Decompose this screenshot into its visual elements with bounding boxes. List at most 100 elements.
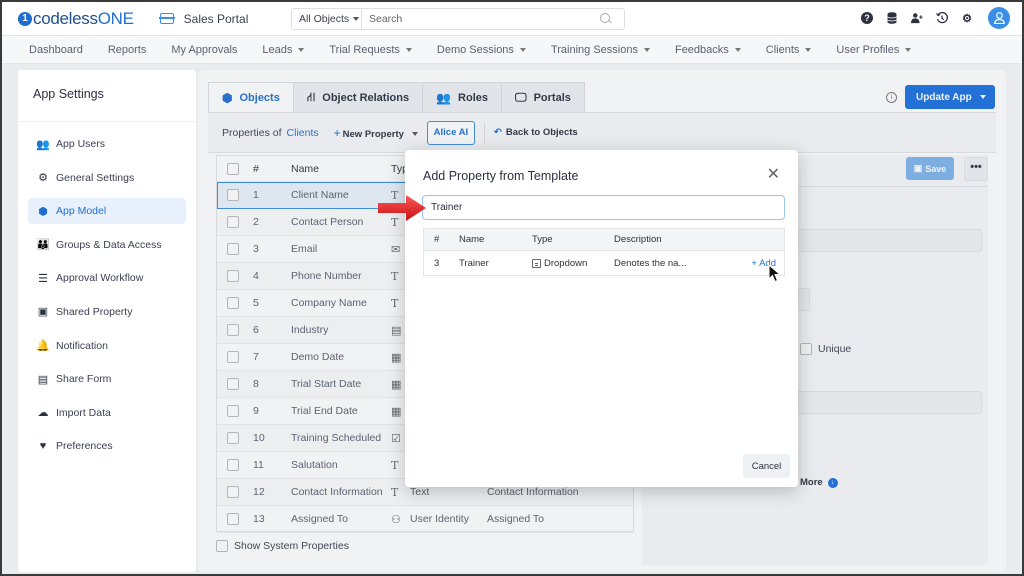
- sidebar-item-share-form[interactable]: ▤ Share Form: [28, 366, 186, 392]
- sidebar-item-label: App Users: [56, 138, 106, 150]
- select-all-checkbox[interactable]: [227, 162, 239, 175]
- cancel-button[interactable]: Cancel: [743, 454, 790, 478]
- show-system-properties[interactable]: Show System Properties: [216, 540, 349, 552]
- properties-of-label: Properties of: [222, 126, 282, 139]
- database-icon[interactable]: [886, 12, 898, 24]
- properties-toolbar: Properties of Clients + New Property Alic…: [208, 113, 996, 153]
- template-search-input[interactable]: [422, 195, 785, 220]
- save-button[interactable]: ▣ Save: [906, 157, 954, 180]
- alice-ai-button[interactable]: Alice AI: [426, 120, 475, 145]
- row-checkbox[interactable]: [227, 189, 239, 201]
- tab-objects[interactable]: ⬢ Objects: [208, 82, 294, 113]
- search-input[interactable]: [362, 9, 600, 29]
- form-icon: ▤: [37, 373, 49, 386]
- caret-down-icon[interactable]: [980, 95, 986, 99]
- close-icon[interactable]: ✕: [767, 167, 780, 183]
- back-to-objects-link[interactable]: ↶ Back to Objects: [494, 127, 578, 138]
- more-options-button[interactable]: •••: [964, 157, 988, 181]
- row-checkbox[interactable]: [227, 270, 239, 282]
- row-checkbox[interactable]: [227, 216, 239, 228]
- row-checkbox[interactable]: [227, 324, 239, 336]
- nav-dashboard[interactable]: Dashboard: [29, 44, 83, 56]
- nav-clients[interactable]: Clients: [766, 44, 812, 56]
- property-name: Email: [291, 243, 318, 255]
- mouse-cursor-icon: [768, 264, 782, 283]
- portal-switcher[interactable]: Sales Portal: [158, 12, 248, 26]
- row-checkbox[interactable]: [227, 459, 239, 471]
- sidebar-item-import-data[interactable]: ☁ Import Data: [28, 400, 186, 426]
- nav-leads[interactable]: Leads: [262, 44, 305, 56]
- tab-object-relations[interactable]: ⛙ Object Relations: [293, 82, 424, 113]
- property-label: Assigned To: [487, 513, 545, 525]
- shared-property-icon: ▣: [37, 306, 49, 319]
- sidebar-item-app-model[interactable]: ⬢ App Model: [28, 198, 186, 225]
- show-system-checkbox[interactable]: [216, 540, 228, 552]
- property-name: Client Name: [291, 189, 349, 201]
- property-name: Assigned To: [291, 513, 349, 525]
- row-checkbox[interactable]: [227, 432, 239, 444]
- briefcase-icon: [158, 13, 175, 24]
- property-name: Phone Number: [291, 270, 362, 282]
- divider: [483, 122, 485, 143]
- sidebar-item-groups-data-access[interactable]: 👪 Groups & Data Access: [28, 232, 186, 258]
- gear-icon[interactable]: ⚙: [961, 12, 973, 25]
- caret-down-icon: [643, 47, 650, 52]
- nav-user-profiles[interactable]: User Profiles: [836, 44, 912, 56]
- property-name: Trial End Date: [291, 405, 358, 417]
- nav-trial-requests[interactable]: Trial Requests: [329, 44, 412, 56]
- row-number: 5: [253, 297, 259, 309]
- row-number: 8: [253, 378, 259, 390]
- caret-down-icon: [734, 47, 741, 52]
- nav-demo-sessions[interactable]: Demo Sessions: [437, 44, 526, 56]
- sidebar-item-app-users[interactable]: 👥 App Users: [28, 131, 186, 157]
- logo-text-accent: ONE: [97, 8, 134, 28]
- row-checkbox[interactable]: [227, 378, 239, 390]
- nav-training-sessions[interactable]: Training Sessions: [551, 44, 650, 56]
- nav-feedbacks[interactable]: Feedbacks: [675, 44, 741, 56]
- row-checkbox[interactable]: [227, 405, 239, 417]
- row-checkbox[interactable]: [227, 297, 239, 309]
- update-app-button[interactable]: Update App: [905, 85, 995, 109]
- sidebar-item-label: Notification: [56, 339, 108, 352]
- row-checkbox[interactable]: [227, 243, 239, 255]
- object-name-link[interactable]: Clients: [287, 127, 319, 139]
- info-icon[interactable]: i: [886, 92, 897, 103]
- gear-icon: ⚙: [38, 172, 48, 185]
- sidebar-item-label: Share Form: [56, 373, 112, 386]
- search-icon[interactable]: [600, 13, 616, 25]
- logo[interactable]: 1 codelessONE: [18, 9, 134, 29]
- nav-reports[interactable]: Reports: [108, 44, 147, 56]
- unique-option[interactable]: Unique: [800, 343, 851, 355]
- row-checkbox[interactable]: [227, 513, 239, 525]
- row-checkbox[interactable]: [227, 486, 239, 498]
- caret-down-icon: [519, 47, 526, 52]
- property-name: Industry: [291, 324, 329, 336]
- row-checkbox[interactable]: [227, 351, 239, 363]
- sidebar-item-preferences[interactable]: ♥ Preferences: [28, 433, 186, 459]
- sidebar-item-shared-property[interactable]: ▣ Shared Property: [28, 299, 186, 325]
- sidebar-item-label: Preferences: [56, 440, 113, 453]
- row-number: 7: [253, 351, 259, 363]
- search-scope-select[interactable]: All Objects: [292, 9, 362, 29]
- sidebar-item-general-settings[interactable]: ⚙ General Settings: [28, 165, 186, 191]
- help-icon[interactable]: ?: [861, 12, 873, 24]
- tab-roles[interactable]: 👥 Roles: [423, 82, 502, 113]
- new-property-button[interactable]: + New Property: [334, 126, 418, 140]
- tab-portals[interactable]: 🖵 Portals: [502, 82, 585, 113]
- add-user-icon[interactable]: [911, 12, 923, 24]
- sidebar-item-approval-workflow[interactable]: ☰ Approval Workflow: [28, 265, 186, 291]
- caret-down-icon: [405, 47, 412, 52]
- property-name: Contact Information: [291, 486, 383, 498]
- unique-checkbox[interactable]: [800, 343, 812, 355]
- history-icon[interactable]: [936, 12, 948, 24]
- table-row[interactable]: 13 Assigned To ⚇ User Identity Assigned To: [217, 506, 633, 533]
- sidebar-item-label: General Settings: [56, 171, 135, 184]
- property-type: Text: [410, 486, 430, 498]
- row-number: 12: [253, 486, 265, 498]
- sidebar-item-notification[interactable]: 🔔 Notification: [28, 333, 186, 359]
- user-avatar[interactable]: [988, 7, 1010, 29]
- nav-my-approvals[interactable]: My Approvals: [171, 44, 237, 56]
- property-label: Contact Information: [487, 486, 579, 498]
- caret-down-icon: [805, 47, 812, 52]
- top-header: 1 codelessONE Sales Portal All Objects ?…: [2, 2, 1022, 36]
